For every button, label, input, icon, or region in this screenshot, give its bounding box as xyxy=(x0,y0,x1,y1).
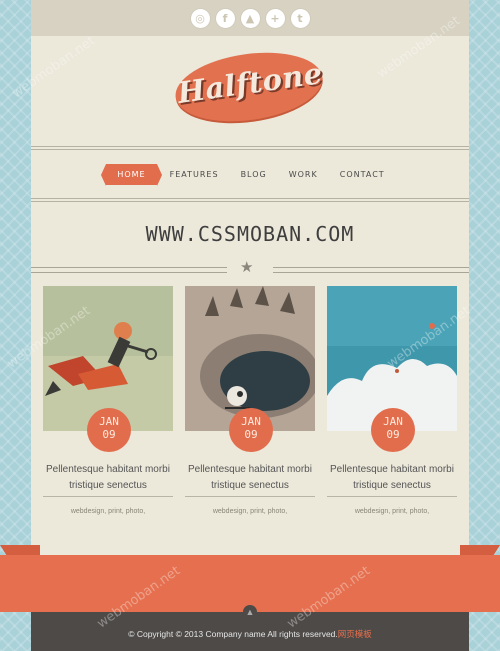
plus-icon[interactable]: + xyxy=(265,8,285,28)
main-nav: HOME FEATURES BLOG WORK CONTACT xyxy=(31,150,469,198)
date-day: 09 xyxy=(102,428,116,441)
divider-line-right xyxy=(273,267,469,273)
nav-item-work[interactable]: WORK xyxy=(280,166,327,183)
tagline: WWW.CSSMOBAN.COM xyxy=(145,222,355,246)
nav-bottom-rule xyxy=(31,198,469,199)
post-title-line2[interactable]: tristique senectus xyxy=(39,478,177,494)
post-tags[interactable]: webdesign, print, photo, xyxy=(327,508,457,515)
post-title-line1[interactable]: Pellentesque habitant morbi xyxy=(323,462,461,478)
dribbble-icon[interactable]: ◎ xyxy=(190,8,210,28)
nav-item-features[interactable]: FEATURES xyxy=(161,166,228,183)
copyright: © Copyright © 2013 Company name All righ… xyxy=(31,628,469,640)
footer-link[interactable]: 网页模板 xyxy=(338,629,372,639)
post-title-line1[interactable]: Pellentesque habitant morbi xyxy=(39,462,177,478)
facebook-icon[interactable]: f xyxy=(215,8,235,28)
nav-item-home[interactable]: HOME xyxy=(101,163,162,186)
scroll-top-icon[interactable]: ▲ xyxy=(243,605,257,619)
post-title[interactable]: Pellentesque habitant morbi tristique se… xyxy=(323,462,461,494)
card-divider xyxy=(327,496,457,497)
logo[interactable]: Halftone xyxy=(171,44,327,130)
post-title[interactable]: Pellentesque habitant morbi tristique se… xyxy=(181,462,319,494)
page-container: ◎ f ▲ + t Halftone HOME FEATURES BLOG WO… xyxy=(31,0,469,651)
card-divider xyxy=(43,496,173,497)
post-tags[interactable]: webdesign, print, photo, xyxy=(185,508,315,515)
date-month: JAN xyxy=(99,415,119,428)
card-divider xyxy=(185,496,315,497)
date-month: JAN xyxy=(383,415,403,428)
twitter-icon[interactable]: t xyxy=(290,8,310,28)
date-day: 09 xyxy=(386,428,400,441)
post-title[interactable]: Pellentesque habitant morbi tristique se… xyxy=(39,462,177,494)
post-title-line1[interactable]: Pellentesque habitant morbi xyxy=(181,462,319,478)
copyright-text: © Copyright © 2013 Company name All righ… xyxy=(128,629,338,639)
date-day: 09 xyxy=(244,428,258,441)
post-title-line2[interactable]: tristique senectus xyxy=(323,478,461,494)
post-tags[interactable]: webdesign, print, photo, xyxy=(43,508,173,515)
nav-item-contact[interactable]: CONTACT xyxy=(331,166,394,183)
star-divider: ★ xyxy=(31,258,469,276)
date-badge: JAN 09 xyxy=(87,408,131,452)
footer-ribbon xyxy=(0,555,500,612)
nav-bottom-rule-2 xyxy=(31,201,469,202)
date-month: JAN xyxy=(241,415,261,428)
footer: ▲ © Copyright © 2013 Company name All ri… xyxy=(31,605,469,651)
divider-line-left xyxy=(31,267,227,273)
triangle-icon[interactable]: ▲ xyxy=(240,8,260,28)
social-bar: ◎ f ▲ + t xyxy=(31,0,469,36)
star-icon: ★ xyxy=(240,258,254,276)
nav-item-blog[interactable]: BLOG xyxy=(232,166,276,183)
nav-top-rule xyxy=(31,146,469,147)
date-badge: JAN 09 xyxy=(371,408,415,452)
date-badge: JAN 09 xyxy=(229,408,273,452)
post-title-line2[interactable]: tristique senectus xyxy=(181,478,319,494)
